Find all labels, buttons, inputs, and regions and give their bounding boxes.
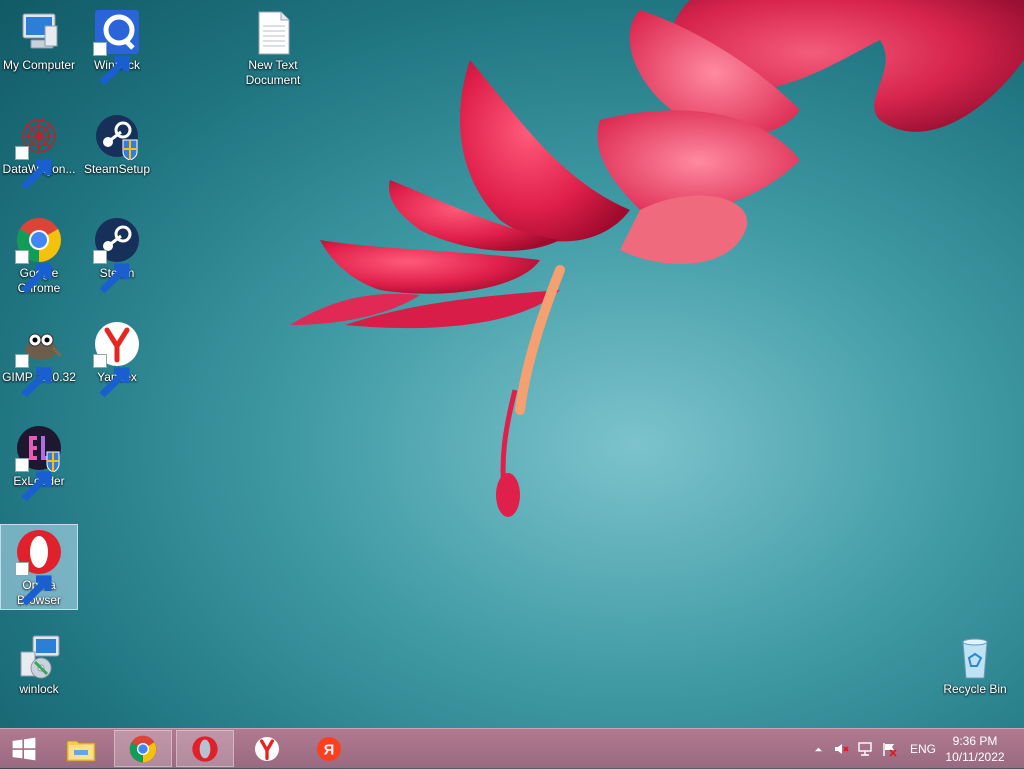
desktop-icon-winlock[interactable]: WinLock [79, 8, 155, 86]
shortcut-arrow-icon [15, 146, 52, 190]
desktop-icon-new-text-document[interactable]: New Text Document [235, 8, 311, 88]
show-hidden-icons-button[interactable] [810, 729, 826, 769]
opera-icon [15, 528, 63, 606]
desktop-icon-recycle-bin[interactable]: Recycle Bin [937, 632, 1013, 697]
steam-setup-icon [93, 112, 141, 160]
steam-icon [93, 216, 141, 294]
my-computer-icon [15, 8, 63, 56]
shortcut-arrow-icon [93, 250, 130, 294]
taskbar-yandex-browser[interactable] [238, 730, 296, 767]
shortcut-arrow-icon [15, 250, 52, 294]
network-button[interactable] [854, 729, 876, 769]
desktop-icon-my-computer[interactable]: My Computer [1, 8, 77, 73]
installer-icon [15, 632, 63, 680]
desktop-icon-winlock-setup[interactable]: winlock [1, 632, 77, 697]
desktop-icon-yandex[interactable]: Yandex [79, 320, 155, 398]
shortcut-arrow-icon [93, 42, 130, 86]
icon-label: winlock [19, 682, 59, 696]
shortcut-arrow-icon [15, 458, 52, 502]
clock-time: 9:36 PM [952, 734, 998, 748]
chevron-up-icon [814, 747, 822, 751]
taskbar-opera[interactable] [176, 730, 234, 767]
taskbar-file-explorer[interactable] [52, 730, 110, 767]
svg-text:Я: Я [324, 742, 335, 758]
gimp-icon [15, 320, 63, 398]
desktop-icon-google-chrome[interactable]: Google Chrome [1, 216, 77, 296]
clock[interactable]: 9:36 PM 10/11/2022 [936, 733, 1014, 765]
yandex-icon: Я [317, 736, 341, 761]
clock-date: 10/11/2022 [945, 750, 1005, 764]
desktop-icon-gimp[interactable]: GIMP 2.10.32 [1, 320, 77, 398]
taskbar-yandex[interactable]: Я [300, 730, 358, 767]
icon-label: My Computer [2, 58, 76, 72]
icon-label: Recycle Bin [943, 682, 1007, 696]
icon-label: New Text Document [245, 58, 301, 87]
file-explorer-icon [66, 740, 96, 761]
desktop-icon-opera-browser[interactable]: Opera Browser [0, 524, 78, 610]
chrome-icon [129, 735, 157, 762]
windows-logo-icon [12, 737, 36, 760]
network-icon [858, 742, 872, 756]
chrome-icon [15, 216, 63, 294]
desktop-icon-exloader[interactable]: ExLoader [1, 424, 77, 502]
icon-label: SteamSetup [83, 162, 151, 176]
desktop-icon-steam[interactable]: Steam [79, 216, 155, 294]
volume-button[interactable] [830, 729, 852, 769]
shortcut-arrow-icon [93, 354, 130, 398]
opera-icon [192, 735, 218, 762]
winlock-icon [93, 8, 141, 86]
yandex-browser-icon [255, 736, 279, 761]
desktop-icon-datawagon[interactable]: DataWagon... [1, 112, 77, 190]
shortcut-arrow-icon [15, 354, 52, 398]
language-indicator[interactable]: ENG [906, 729, 940, 769]
shortcut-arrow-icon [15, 562, 52, 606]
action-center-button[interactable] [878, 729, 900, 769]
yandex-browser-icon [93, 320, 141, 398]
taskbar: Я ENG 9:36 PM 10/11/2022 [0, 728, 1024, 768]
recycle-bin-icon [951, 632, 999, 680]
datawagon-icon [15, 112, 63, 190]
start-button[interactable] [0, 730, 48, 767]
action-center-flag-icon [883, 743, 897, 757]
volume-muted-icon [835, 744, 849, 754]
text-document-icon [249, 8, 297, 56]
exloader-icon [15, 424, 63, 502]
system-tray: ENG 9:36 PM 10/11/2022 [804, 729, 1024, 769]
taskbar-chrome[interactable] [114, 730, 172, 767]
desktop-icon-steamsetup[interactable]: SteamSetup [79, 112, 155, 177]
